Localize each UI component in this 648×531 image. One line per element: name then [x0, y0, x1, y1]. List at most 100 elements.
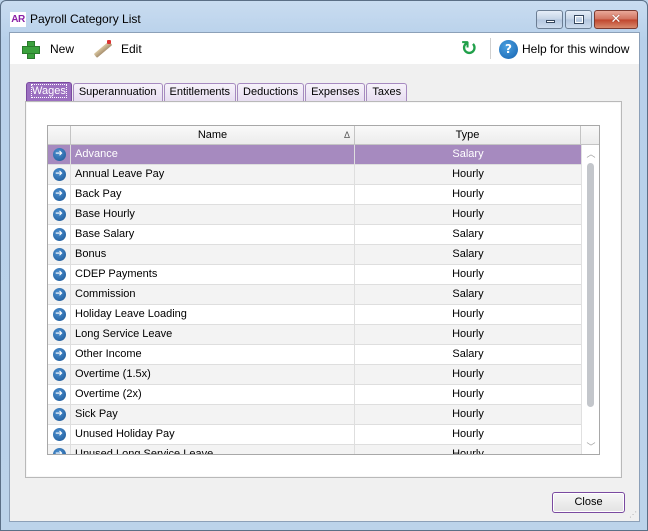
- plus-icon: [20, 39, 42, 59]
- arrow-right-icon[interactable]: ➔: [52, 348, 66, 361]
- row-icon-cell[interactable]: ➔: [48, 245, 71, 264]
- row-icon-cell[interactable]: ➔: [48, 205, 71, 224]
- table-row[interactable]: ➔ Long Service Leave Hourly: [48, 325, 581, 345]
- edit-button[interactable]: Edit: [91, 39, 142, 59]
- arrow-right-icon[interactable]: ➔: [52, 388, 66, 401]
- tab-superannuation[interactable]: Superannuation: [72, 83, 163, 102]
- arrow-right-icon[interactable]: ➔: [52, 208, 66, 221]
- title-bar[interactable]: AR Payroll Category List ✕: [1, 1, 647, 33]
- tab-wages[interactable]: Wages: [26, 82, 72, 102]
- row-icon-cell[interactable]: ➔: [48, 265, 71, 284]
- new-label: New: [50, 42, 75, 56]
- help-label: Help for this window: [522, 42, 630, 56]
- scroll-down-icon[interactable]: ﹀: [582, 440, 599, 453]
- arrow-right-icon[interactable]: ➔: [52, 188, 66, 201]
- row-type: Salary: [452, 348, 484, 360]
- header-type[interactable]: Type: [355, 126, 581, 145]
- tab-expenses[interactable]: Expenses: [305, 83, 366, 102]
- arrow-right-icon[interactable]: ➔: [52, 168, 66, 181]
- tab-entitlements[interactable]: Entitlements: [163, 83, 237, 102]
- scrollbar-thumb[interactable]: [587, 163, 594, 407]
- payroll-category-list-window: AR Payroll Category List ✕ New Edit ↻ ? …: [0, 0, 648, 531]
- help-button[interactable]: ? Help for this window: [499, 39, 629, 59]
- arrow-right-icon[interactable]: ➔: [52, 148, 66, 161]
- row-name: Commission: [71, 285, 355, 304]
- vertical-scrollbar[interactable]: ︿ ﹀: [581, 145, 599, 454]
- row-icon-cell[interactable]: ➔: [48, 365, 71, 384]
- table-row[interactable]: ➔ Back Pay Hourly: [48, 185, 581, 205]
- arrow-right-icon[interactable]: ➔: [52, 428, 66, 441]
- row-icon-cell[interactable]: ➔: [48, 445, 71, 454]
- row-type: Hourly: [452, 448, 484, 455]
- refresh-icon[interactable]: ↻: [459, 38, 479, 58]
- arrow-right-icon[interactable]: ➔: [52, 268, 66, 281]
- row-name: Unused Holiday Pay: [71, 425, 355, 444]
- table-row[interactable]: ➔ Holiday Leave Loading Hourly: [48, 305, 581, 325]
- grid-rows: ➔ Advance Salary ➔ Annual Leave Pay Hourly ➔ Ba…: [48, 145, 581, 455]
- row-name: Annual Leave Pay: [71, 165, 355, 184]
- minimize-button[interactable]: [536, 10, 563, 29]
- row-icon-cell[interactable]: ➔: [48, 305, 71, 324]
- table-row[interactable]: ➔ Advance Salary: [48, 145, 581, 165]
- row-icon-cell[interactable]: ➔: [48, 405, 71, 424]
- header-name-label: Name: [197, 129, 228, 141]
- table-row[interactable]: ➔ Unused Holiday Pay Hourly: [48, 425, 581, 445]
- tab-deductions[interactable]: Deductions: [237, 83, 305, 102]
- arrow-right-icon[interactable]: ➔: [52, 308, 66, 321]
- row-icon-cell[interactable]: ➔: [48, 325, 71, 344]
- table-row[interactable]: ➔ Annual Leave Pay Hourly: [48, 165, 581, 185]
- client-area: New Edit ↻ ? Help for this window Wages …: [9, 32, 640, 522]
- arrow-right-icon[interactable]: ➔: [52, 448, 66, 454]
- scroll-up-icon[interactable]: ︿: [582, 147, 599, 160]
- window-title: Payroll Category List: [30, 12, 141, 26]
- row-type: Hourly: [452, 268, 484, 280]
- arrow-right-icon[interactable]: ➔: [52, 368, 66, 381]
- header-name[interactable]: Name Δ: [71, 126, 355, 145]
- resize-grip-icon[interactable]: ⋰: [629, 511, 637, 519]
- arrow-right-icon[interactable]: ➔: [52, 408, 66, 421]
- row-icon-cell[interactable]: ➔: [48, 145, 71, 164]
- row-type: Hourly: [452, 308, 484, 320]
- row-icon-cell[interactable]: ➔: [48, 185, 71, 204]
- row-name: CDEP Payments: [71, 265, 355, 284]
- row-icon-cell[interactable]: ➔: [48, 225, 71, 244]
- row-name: Overtime (2x): [71, 385, 355, 404]
- arrow-right-icon[interactable]: ➔: [52, 228, 66, 241]
- table-row[interactable]: ➔ Sick Pay Hourly: [48, 405, 581, 425]
- row-type: Hourly: [452, 368, 484, 380]
- table-row[interactable]: ➔ Bonus Salary: [48, 245, 581, 265]
- table-row[interactable]: ➔ CDEP Payments Hourly: [48, 265, 581, 285]
- help-icon: ?: [499, 39, 518, 59]
- row-icon-cell[interactable]: ➔: [48, 345, 71, 364]
- table-row[interactable]: ➔ Overtime (1.5x) Hourly: [48, 365, 581, 385]
- row-icon-cell[interactable]: ➔: [48, 285, 71, 304]
- row-type: Hourly: [452, 208, 484, 220]
- minimize-icon: [546, 20, 555, 23]
- arrow-right-icon[interactable]: ➔: [52, 288, 66, 301]
- close-button[interactable]: Close: [552, 492, 625, 513]
- table-row[interactable]: ➔ Unused Long Service Leave Hourly: [48, 445, 581, 455]
- row-type: Salary: [452, 148, 484, 160]
- row-name: Base Hourly: [71, 205, 355, 224]
- row-icon-cell[interactable]: ➔: [48, 385, 71, 404]
- new-button[interactable]: New: [20, 39, 74, 59]
- category-tabs: Wages Superannuation Entitlements Deduct…: [26, 82, 408, 102]
- row-icon-cell[interactable]: ➔: [48, 425, 71, 444]
- row-type: Hourly: [452, 428, 484, 440]
- table-row[interactable]: ➔ Base Salary Salary: [48, 225, 581, 245]
- row-type: Hourly: [452, 388, 484, 400]
- sort-ascending-icon: Δ: [343, 130, 350, 140]
- table-row[interactable]: ➔ Base Hourly Hourly: [48, 205, 581, 225]
- arrow-right-icon[interactable]: ➔: [52, 328, 66, 341]
- arrow-right-icon[interactable]: ➔: [52, 248, 66, 261]
- table-row[interactable]: ➔ Other Income Salary: [48, 345, 581, 365]
- table-row[interactable]: ➔ Overtime (2x) Hourly: [48, 385, 581, 405]
- window-close-button[interactable]: ✕: [594, 10, 638, 29]
- table-row[interactable]: ➔ Commission Salary: [48, 285, 581, 305]
- row-icon-cell[interactable]: ➔: [48, 165, 71, 184]
- tab-taxes[interactable]: Taxes: [366, 83, 408, 102]
- toolbar: New Edit ↻ ? Help for this window: [10, 33, 639, 64]
- maximize-button[interactable]: [565, 10, 592, 29]
- row-name: Back Pay: [71, 185, 355, 204]
- payroll-category-grid: Name Δ Type ➔ Advance Salary ➔ Annual Leave …: [47, 125, 600, 455]
